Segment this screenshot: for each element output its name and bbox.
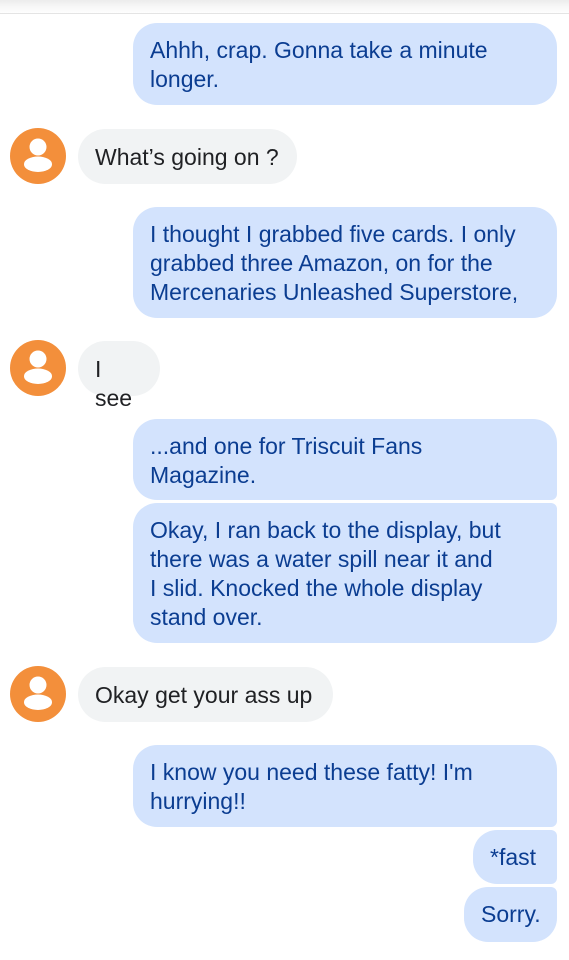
person-icon: [24, 676, 52, 710]
outgoing-message[interactable]: *fast: [473, 830, 557, 884]
outgoing-message[interactable]: Ahhh, crap. Gonna take a minute longer.: [133, 23, 557, 105]
contact-avatar[interactable]: [10, 128, 66, 184]
top-bar-edge: [0, 0, 569, 14]
contact-avatar[interactable]: [10, 666, 66, 722]
outgoing-message[interactable]: Sorry.: [464, 887, 557, 942]
person-icon: [24, 350, 52, 384]
outgoing-message[interactable]: I know you need these fatty! I'm hurryin…: [133, 745, 557, 827]
contact-avatar[interactable]: [10, 340, 66, 396]
person-icon: [24, 138, 52, 172]
outgoing-message[interactable]: I thought I grabbed five cards. I only g…: [133, 207, 557, 318]
incoming-message[interactable]: Okay get your ass up: [78, 667, 333, 722]
outgoing-message[interactable]: Okay, I ran back to the display, but the…: [133, 503, 557, 643]
incoming-message[interactable]: I see: [78, 341, 160, 411]
outgoing-message[interactable]: ...and one for Triscuit Fans Magazine.: [133, 419, 557, 500]
incoming-message[interactable]: What’s going on ?: [78, 129, 297, 184]
